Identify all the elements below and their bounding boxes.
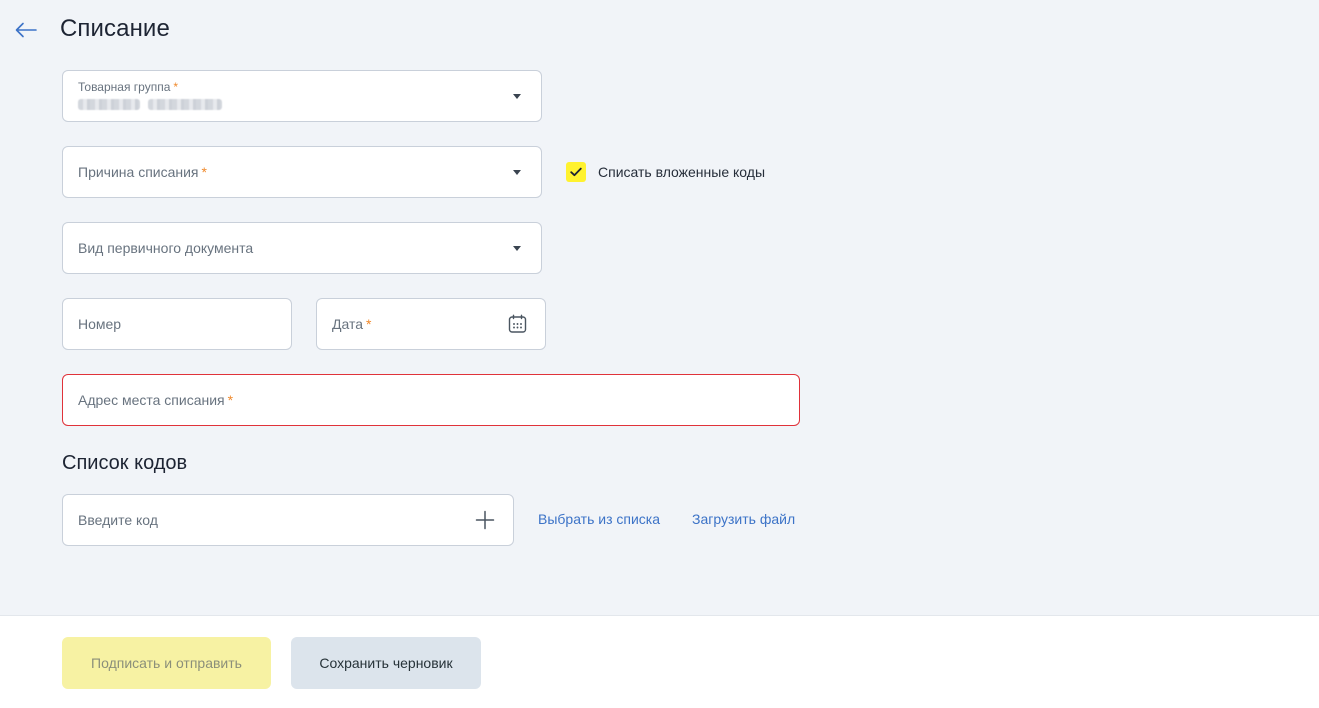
checkbox-box[interactable]: [566, 162, 586, 182]
choose-from-list-link[interactable]: Выбрать из списка: [538, 511, 660, 527]
back-button[interactable]: [12, 18, 40, 42]
product-group-select[interactable]: Товарная группа *: [62, 70, 542, 122]
address-placeholder: Адрес места списания: [78, 392, 225, 408]
number-placeholder: Номер: [78, 316, 122, 332]
code-input-placeholder: Введите код: [78, 512, 158, 528]
nested-codes-checkbox[interactable]: Списать вложенные коды: [566, 162, 765, 182]
page-title: Списание: [60, 15, 170, 42]
plus-icon: [475, 510, 495, 530]
footer-bar: Подписать и отправить Сохранить черновик: [0, 615, 1319, 708]
writeoff-reason-select[interactable]: Причина списания *: [62, 146, 542, 198]
product-group-label: Товарная группа: [78, 80, 171, 94]
required-mark: *: [227, 392, 234, 408]
add-code-button[interactable]: [475, 510, 495, 530]
codes-section-title: Список кодов: [62, 452, 188, 474]
sign-and-send-button[interactable]: Подписать и отправить: [62, 637, 271, 689]
caret-down-icon: [513, 170, 521, 175]
writeoff-address-input[interactable]: Адрес места списания *: [62, 374, 800, 426]
product-group-value-redacted: [78, 99, 224, 110]
checkmark-icon: [570, 167, 582, 177]
primary-doc-type-placeholder: Вид первичного документа: [78, 240, 254, 256]
number-input[interactable]: Номер: [62, 298, 292, 350]
required-mark: *: [201, 164, 207, 180]
nested-codes-label: Списать вложенные коды: [598, 164, 766, 180]
save-draft-button[interactable]: Сохранить черновик: [291, 637, 481, 689]
primary-doc-type-select[interactable]: Вид первичного документа: [62, 222, 542, 274]
required-mark: *: [173, 80, 179, 94]
writeoff-reason-placeholder: Причина списания: [78, 164, 199, 180]
arrow-left-icon: [15, 22, 37, 38]
date-input[interactable]: Дата *: [316, 298, 546, 350]
date-placeholder: Дата: [332, 316, 364, 332]
required-mark: *: [366, 316, 372, 332]
caret-down-icon: [513, 246, 521, 251]
caret-down-icon: [513, 94, 521, 99]
calendar-icon[interactable]: [508, 314, 527, 334]
upload-file-link[interactable]: Загрузить файл: [692, 511, 795, 527]
code-input[interactable]: Введите код: [62, 494, 514, 546]
